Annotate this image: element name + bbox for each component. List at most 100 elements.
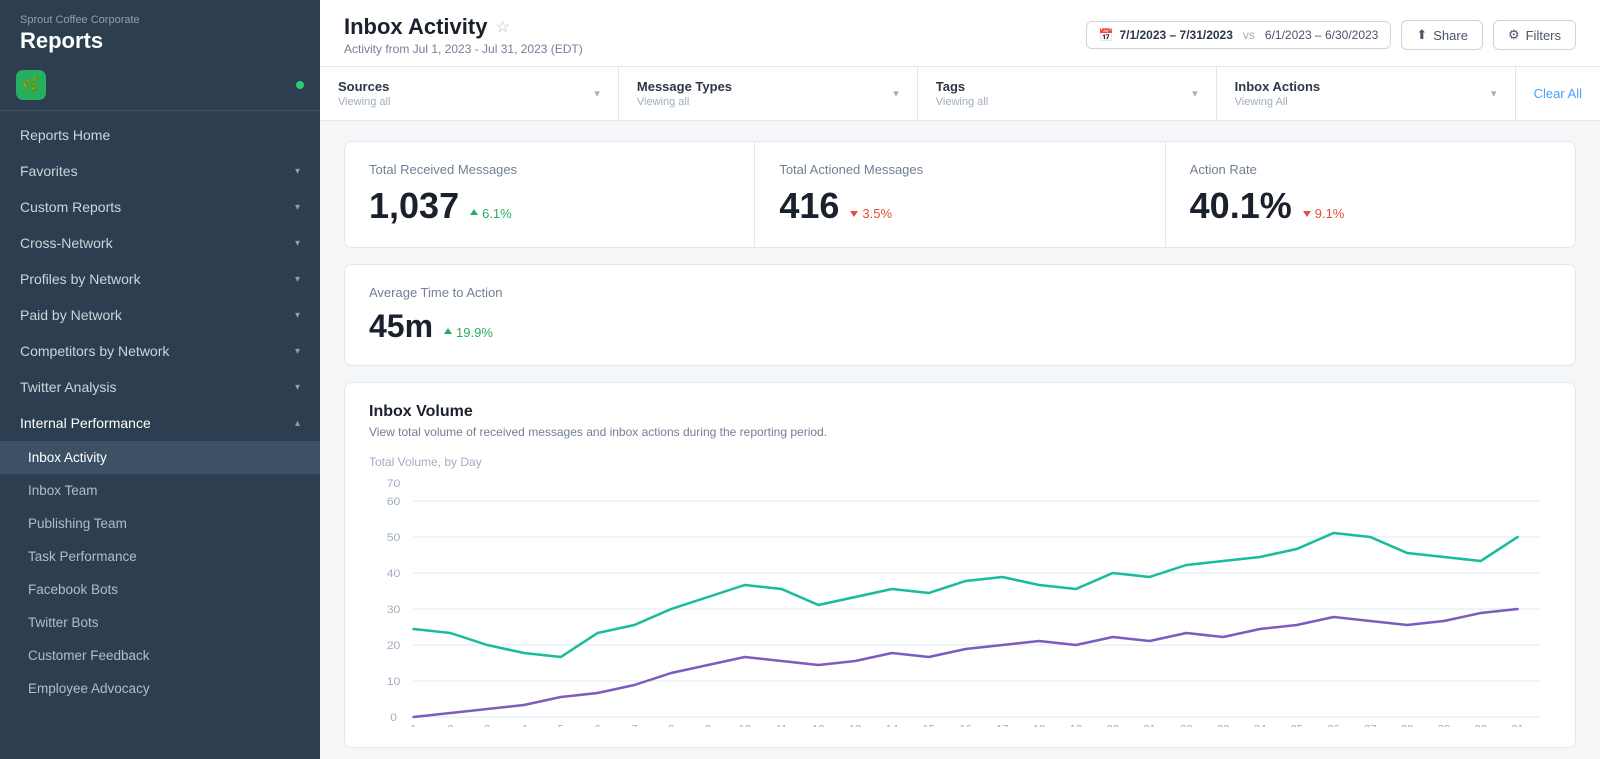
inbox-volume-chart-card: Inbox Volume View total volume of receiv… bbox=[344, 382, 1576, 748]
svg-text:40: 40 bbox=[387, 568, 401, 580]
stat-total-actioned: Total Actioned Messages 416 3.5% bbox=[755, 142, 1165, 247]
action-rate-label: Action Rate bbox=[1190, 162, 1551, 177]
svg-text:7: 7 bbox=[631, 724, 637, 727]
nav-competitors-by-network[interactable]: Competitors by Network ▾ bbox=[0, 333, 320, 369]
filter-message-types[interactable]: Message Types Viewing all ▾ bbox=[619, 67, 918, 120]
svg-text:10: 10 bbox=[739, 724, 752, 727]
sidebar-item-inbox-team[interactable]: Inbox Team bbox=[0, 474, 320, 507]
calendar-icon: 📅 bbox=[1099, 28, 1114, 42]
online-indicator bbox=[296, 81, 304, 89]
nav-cross-network[interactable]: Cross-Network ▾ bbox=[0, 225, 320, 261]
message-types-chevron-icon: ▾ bbox=[893, 87, 899, 100]
message-types-value: Viewing all bbox=[637, 96, 732, 108]
up-arrow-icon bbox=[469, 208, 479, 218]
filter-tags[interactable]: Tags Viewing all ▾ bbox=[918, 67, 1217, 120]
svg-text:8: 8 bbox=[668, 724, 674, 727]
svg-text:15: 15 bbox=[923, 724, 936, 727]
svg-text:17: 17 bbox=[996, 724, 1009, 727]
svg-text:18: 18 bbox=[1033, 724, 1046, 727]
action-rate-value: 40.1% bbox=[1190, 185, 1292, 227]
clear-all-button[interactable]: Clear All bbox=[1516, 67, 1600, 120]
share-button[interactable]: ⬆ Share bbox=[1401, 20, 1483, 50]
filters-button[interactable]: ⚙ Filters bbox=[1493, 20, 1576, 50]
svg-text:70: 70 bbox=[387, 478, 401, 490]
nav-internal-performance[interactable]: Internal Performance ▴ bbox=[0, 405, 320, 441]
svg-text:12: 12 bbox=[812, 724, 825, 727]
filter-inbox-actions[interactable]: Inbox Actions Viewing All ▾ bbox=[1217, 67, 1516, 120]
sidebar-item-task-performance[interactable]: Task Performance bbox=[0, 540, 320, 573]
svg-text:27: 27 bbox=[1364, 724, 1377, 727]
svg-text:3: 3 bbox=[484, 724, 490, 727]
up-arrow-icon-2 bbox=[443, 327, 453, 337]
date-previous: 6/1/2023 – 6/30/2023 bbox=[1265, 28, 1378, 42]
svg-text:6: 6 bbox=[594, 724, 600, 727]
nav-twitter-analysis[interactable]: Twitter Analysis ▾ bbox=[0, 369, 320, 405]
svg-text:16: 16 bbox=[959, 724, 972, 727]
sidebar-item-inbox-activity[interactable]: Inbox Activity bbox=[0, 441, 320, 474]
inbox-actions-chevron-icon: ▾ bbox=[1491, 87, 1497, 100]
svg-text:0: 0 bbox=[390, 712, 397, 724]
svg-text:4: 4 bbox=[521, 724, 527, 727]
nav-reports-home[interactable]: Reports Home bbox=[0, 117, 320, 153]
sidebar-item-facebook-bots[interactable]: Facebook Bots bbox=[0, 573, 320, 606]
sidebar-item-publishing-team[interactable]: Publishing Team bbox=[0, 507, 320, 540]
sprout-icon[interactable]: 🌿 bbox=[16, 70, 46, 100]
page-subtitle: Activity from Jul 1, 2023 - Jul 31, 2023… bbox=[344, 42, 583, 56]
svg-text:22: 22 bbox=[1180, 724, 1193, 727]
sidebar: Sprout Coffee Corporate Reports 🌿 Report… bbox=[0, 0, 320, 759]
page-title: Inbox Activity bbox=[344, 14, 487, 40]
action-rate-change: 9.1% bbox=[1302, 206, 1345, 221]
nav-paid-by-network[interactable]: Paid by Network ▾ bbox=[0, 297, 320, 333]
custom-reports-chevron: ▾ bbox=[295, 202, 300, 213]
total-received-label: Total Received Messages bbox=[369, 162, 730, 177]
internal-perf-chevron: ▴ bbox=[295, 418, 300, 429]
stat-total-received: Total Received Messages 1,037 6.1% bbox=[345, 142, 755, 247]
filters-icon: ⚙ bbox=[1508, 27, 1520, 43]
main-scroll-area: Total Received Messages 1,037 6.1% Total… bbox=[320, 121, 1600, 759]
nav-profiles-by-network[interactable]: Profiles by Network ▾ bbox=[0, 261, 320, 297]
stat-action-rate: Action Rate 40.1% 9.1% bbox=[1166, 142, 1575, 247]
svg-text:14: 14 bbox=[886, 724, 899, 727]
svg-text:60: 60 bbox=[387, 496, 401, 508]
page-header: Inbox Activity ☆ Activity from Jul 1, 20… bbox=[320, 0, 1600, 67]
header-left: Inbox Activity ☆ Activity from Jul 1, 20… bbox=[344, 14, 583, 56]
tags-chevron-icon: ▾ bbox=[1192, 87, 1198, 100]
favorite-star-icon[interactable]: ☆ bbox=[495, 17, 509, 37]
share-icon: ⬆ bbox=[1416, 27, 1427, 43]
inbox-actions-label: Inbox Actions bbox=[1235, 79, 1320, 94]
avg-time-change: 19.9% bbox=[443, 325, 493, 340]
sources-label: Sources bbox=[338, 79, 390, 94]
date-range-button[interactable]: 📅 7/1/2023 – 7/31/2023 vs 6/1/2023 – 6/3… bbox=[1086, 21, 1392, 49]
favorites-chevron: ▾ bbox=[295, 166, 300, 177]
filters-label: Filters bbox=[1526, 28, 1561, 43]
stat-avg-time: Average Time to Action 45m 19.9% bbox=[344, 264, 1576, 366]
down-arrow-icon bbox=[849, 208, 859, 218]
main-content: Inbox Activity ☆ Activity from Jul 1, 20… bbox=[320, 0, 1600, 759]
twitter-analysis-chevron: ▾ bbox=[295, 382, 300, 393]
nav-favorites[interactable]: Favorites ▾ bbox=[0, 153, 320, 189]
svg-text:5: 5 bbox=[558, 724, 564, 727]
sidebar-item-customer-feedback[interactable]: Customer Feedback bbox=[0, 639, 320, 672]
svg-text:28: 28 bbox=[1401, 724, 1414, 727]
filter-sources[interactable]: Sources Viewing all ▾ bbox=[320, 67, 619, 120]
chart-meta: Total Volume, by Day bbox=[369, 455, 1551, 469]
profiles-chevron: ▾ bbox=[295, 274, 300, 285]
chart-container: 0 10 20 30 40 50 60 70 bbox=[369, 477, 1551, 727]
sidebar-item-twitter-bots[interactable]: Twitter Bots bbox=[0, 606, 320, 639]
sources-chevron-icon: ▾ bbox=[594, 87, 600, 100]
tags-value: Viewing all bbox=[936, 96, 988, 108]
svg-text:30: 30 bbox=[387, 604, 401, 616]
svg-text:21: 21 bbox=[1143, 724, 1156, 727]
company-name: Sprout Coffee Corporate bbox=[20, 14, 300, 26]
svg-text:13: 13 bbox=[849, 724, 862, 727]
nav-custom-reports[interactable]: Custom Reports ▾ bbox=[0, 189, 320, 225]
line-received bbox=[414, 533, 1518, 657]
chart-title: Inbox Volume bbox=[369, 403, 1551, 421]
cross-network-chevron: ▾ bbox=[295, 238, 300, 249]
sidebar-item-employee-advocacy[interactable]: Employee Advocacy bbox=[0, 672, 320, 705]
line-chart: 0 10 20 30 40 50 60 70 bbox=[369, 477, 1551, 727]
inbox-actions-value: Viewing All bbox=[1235, 96, 1320, 108]
down-arrow-icon-2 bbox=[1302, 208, 1312, 218]
avg-time-value: 45m bbox=[369, 308, 433, 345]
svg-text:50: 50 bbox=[387, 532, 401, 544]
